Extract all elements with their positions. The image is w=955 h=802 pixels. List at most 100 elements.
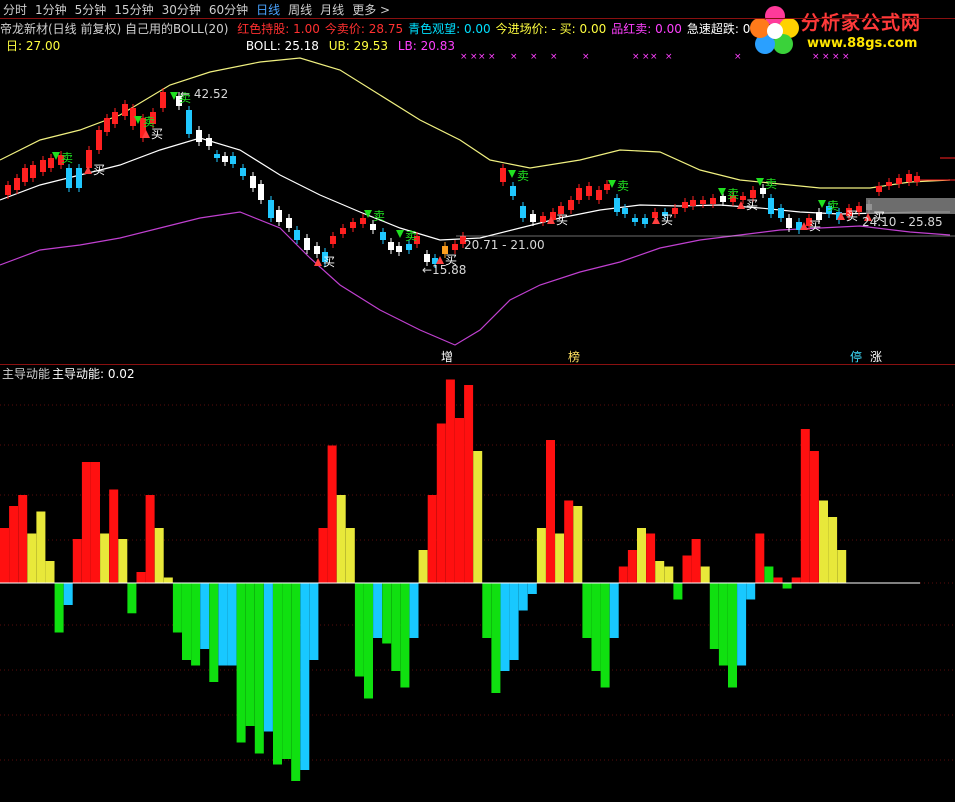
candle-58 bbox=[576, 188, 582, 200]
candle-11 bbox=[104, 118, 110, 132]
momentum-bar-83 bbox=[755, 533, 765, 583]
buy-signal-label-6: 买 bbox=[746, 198, 758, 212]
momentum-bar-88 bbox=[800, 429, 810, 583]
momentum-bar-50 bbox=[455, 418, 464, 583]
momentum-bar-44 bbox=[400, 583, 410, 688]
signal-marker-12: × bbox=[734, 52, 742, 62]
candle-17 bbox=[160, 92, 166, 108]
candle-22 bbox=[214, 154, 220, 158]
momentum-bar-22 bbox=[200, 583, 210, 649]
sell-signal-label-7: 卖 bbox=[727, 187, 739, 201]
candle-8 bbox=[76, 168, 82, 188]
momentum-bar-6 bbox=[54, 583, 64, 633]
candle-32 bbox=[304, 238, 310, 250]
candle-93 bbox=[914, 176, 920, 182]
momentum-bar-40 bbox=[364, 583, 373, 699]
bottom-label-3: 涨 bbox=[870, 349, 882, 364]
momentum-bar-69 bbox=[627, 550, 637, 583]
signal-marker-11: × bbox=[665, 52, 673, 62]
annotation-range-2: 24.10 - 25.85 bbox=[862, 215, 943, 229]
momentum-bar-60 bbox=[546, 440, 555, 583]
momentum-bar-76 bbox=[691, 539, 701, 583]
momentum-bar-12 bbox=[109, 489, 119, 583]
buy-signal-label-7: 买 bbox=[809, 219, 821, 233]
price-chart[interactable]: × × × × × × × × × × × × × × × × ×买买买 买买 买买买买 买卖卖卖卖卖卖卖卖卖卖← 4… bbox=[0, 0, 955, 365]
momentum-bar-39 bbox=[354, 583, 364, 677]
candle-39 bbox=[370, 224, 376, 230]
momentum-bar-28 bbox=[254, 583, 264, 754]
candle-54 bbox=[540, 216, 546, 222]
momentum-bar-53 bbox=[482, 583, 492, 638]
momentum-bar-1 bbox=[9, 506, 19, 583]
momentum-bar-79 bbox=[718, 583, 728, 666]
candle-59 bbox=[586, 186, 592, 196]
momentum-bar-19 bbox=[172, 583, 182, 633]
momentum-bar-46 bbox=[418, 550, 428, 583]
momentum-bar-27 bbox=[245, 583, 255, 726]
candle-45 bbox=[424, 254, 430, 262]
candle-12 bbox=[112, 112, 118, 124]
candle-71 bbox=[700, 200, 706, 204]
buy-signal-label-0: 买 bbox=[93, 163, 105, 177]
momentum-bar-56 bbox=[509, 583, 519, 660]
momentum-bar-26 bbox=[236, 583, 246, 743]
momentum-bar-43 bbox=[391, 583, 401, 671]
momentum-bar-65 bbox=[591, 583, 601, 671]
sell-arrow-icon bbox=[396, 230, 404, 238]
momentum-bar-82 bbox=[746, 583, 756, 600]
momentum-bar-33 bbox=[300, 583, 310, 770]
signal-marker-5: × bbox=[530, 52, 538, 62]
bottom-label-1: 榜 bbox=[568, 349, 580, 364]
buy-signal-label-2: 买 bbox=[323, 255, 335, 269]
buy-signal-label-8: 买 bbox=[846, 209, 858, 223]
candle-29 bbox=[276, 210, 282, 222]
momentum-bar-10 bbox=[91, 462, 100, 583]
momentum-bar-25 bbox=[227, 583, 237, 666]
momentum-bar-59 bbox=[536, 528, 546, 583]
candle-64 bbox=[632, 218, 638, 222]
boll-lower-line bbox=[0, 211, 951, 346]
momentum-bar-68 bbox=[618, 566, 628, 583]
signal-marker-4: × bbox=[510, 52, 518, 62]
signal-marker-16: × bbox=[842, 52, 850, 62]
momentum-bar-70 bbox=[637, 528, 646, 583]
momentum-bar-7 bbox=[63, 583, 73, 605]
momentum-bar-9 bbox=[81, 462, 91, 583]
momentum-bar-35 bbox=[318, 528, 328, 583]
momentum-bar-29 bbox=[263, 583, 273, 732]
candle-3 bbox=[30, 165, 36, 178]
sub-chart-title: 主导动能 bbox=[2, 367, 50, 381]
momentum-bar-47 bbox=[427, 495, 437, 583]
candle-61 bbox=[604, 184, 610, 190]
momentum-bar-54 bbox=[491, 583, 501, 693]
momentum-bar-57 bbox=[518, 583, 528, 611]
candle-90 bbox=[886, 182, 892, 186]
signal-marker-10: × bbox=[650, 52, 658, 62]
signal-marker-0: × bbox=[460, 52, 468, 62]
momentum-bar-24 bbox=[218, 583, 228, 666]
candle-26 bbox=[250, 176, 256, 188]
signal-marker-13: × bbox=[812, 52, 820, 62]
candle-57 bbox=[568, 200, 574, 210]
momentum-bar-41 bbox=[373, 583, 383, 638]
candle-0 bbox=[5, 185, 11, 195]
candle-70 bbox=[690, 200, 696, 206]
momentum-bar-5 bbox=[45, 561, 55, 583]
sell-arrow-icon bbox=[818, 200, 826, 208]
sub-chart-value: 主导动能: 0.02 bbox=[52, 367, 135, 381]
signal-marker-15: × bbox=[832, 52, 840, 62]
candle-28 bbox=[268, 200, 274, 218]
signal-marker-3: × bbox=[488, 52, 496, 62]
momentum-bar-2 bbox=[18, 495, 28, 583]
momentum-chart[interactable]: 主导动能 主导动能: 0.02 bbox=[0, 365, 955, 802]
signal-marker-14: × bbox=[822, 52, 830, 62]
momentum-bar-84 bbox=[764, 566, 774, 583]
candle-42 bbox=[396, 246, 402, 252]
momentum-bar-8 bbox=[72, 539, 82, 583]
momentum-bar-48 bbox=[436, 423, 446, 583]
sell-arrow-icon bbox=[718, 188, 726, 196]
momentum-bar-81 bbox=[737, 583, 747, 666]
momentum-bar-37 bbox=[336, 495, 346, 583]
momentum-bar-45 bbox=[409, 583, 419, 638]
candle-60 bbox=[596, 190, 602, 200]
